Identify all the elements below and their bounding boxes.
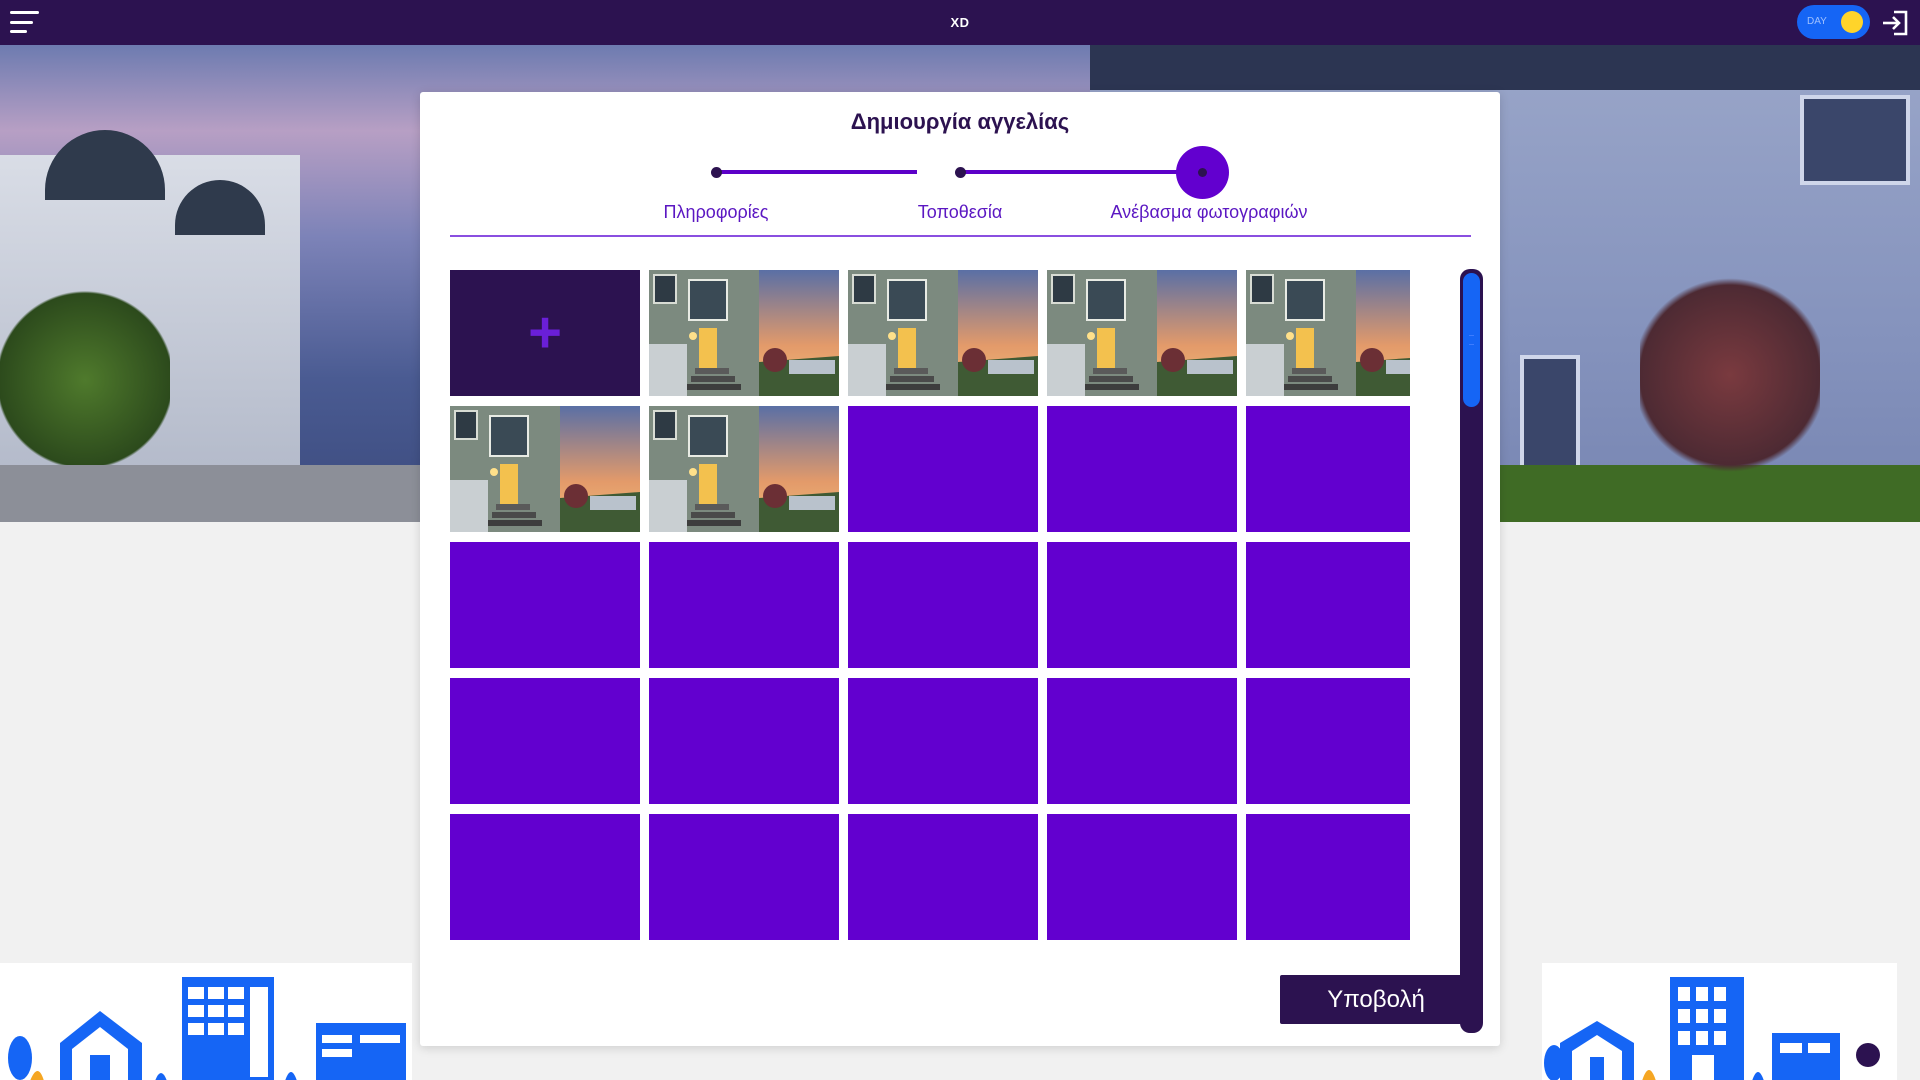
login-icon[interactable]: [1880, 8, 1910, 38]
step-dot-photos-active[interactable]: [1176, 146, 1229, 199]
step-label-photos[interactable]: Ανέβασμα φωτογραφιών: [1110, 202, 1307, 223]
uploaded-photo-tile[interactable]: [1047, 270, 1237, 396]
menu-line: [10, 20, 33, 24]
background-window: [1800, 95, 1910, 185]
toggle-label: DAY: [1807, 16, 1827, 27]
empty-photo-slot[interactable]: [450, 814, 640, 940]
uploaded-photo-tile[interactable]: [649, 406, 839, 532]
uploaded-photo-tile[interactable]: [848, 270, 1038, 396]
city-illustration-right: [1542, 963, 1897, 1080]
empty-photo-slot[interactable]: [649, 542, 839, 668]
empty-photo-slot[interactable]: [450, 542, 640, 668]
empty-photo-slot[interactable]: [1047, 542, 1237, 668]
top-navigation-bar: XD DAY: [0, 0, 1920, 45]
step-dot-location[interactable]: [955, 167, 966, 178]
scrollbar-grip: [1469, 335, 1474, 345]
background-tree: [1640, 270, 1820, 480]
house-photo: [1246, 270, 1410, 396]
empty-photo-slot[interactable]: [1047, 406, 1237, 532]
gallery-scrollbar[interactable]: [1460, 269, 1483, 1033]
plus-icon: +: [528, 300, 562, 365]
step-label-location[interactable]: Τοποθεσία: [918, 202, 1003, 223]
empty-photo-slot[interactable]: [450, 678, 640, 804]
scrollbar-thumb[interactable]: [1463, 273, 1480, 407]
empty-photo-slot[interactable]: [848, 678, 1038, 804]
uploaded-photo-tile[interactable]: [450, 406, 640, 532]
empty-photo-slot[interactable]: [649, 814, 839, 940]
city-illustration-left: [0, 963, 412, 1080]
create-listing-dialog: Δημιουργία αγγελίας Πληροφορίες Τοποθεσί…: [420, 92, 1500, 1046]
stepper-divider: [450, 235, 1471, 237]
empty-photo-slot[interactable]: [848, 542, 1038, 668]
background-street: [0, 465, 430, 522]
add-photo-button[interactable]: +: [450, 270, 640, 396]
house-photo: [649, 406, 839, 532]
menu-line: [10, 30, 27, 33]
house-photo: [649, 270, 839, 396]
day-night-toggle[interactable]: DAY: [1797, 5, 1870, 39]
house-photo: [848, 270, 1038, 396]
empty-photo-slot[interactable]: [1047, 678, 1237, 804]
submit-button[interactable]: Υποβολή: [1280, 975, 1472, 1024]
empty-photo-slot[interactable]: [1246, 406, 1410, 532]
empty-photo-slot[interactable]: [1246, 678, 1410, 804]
step-connector: [958, 170, 1180, 174]
empty-photo-slot[interactable]: [1246, 814, 1410, 940]
progress-stepper: Πληροφορίες Τοποθεσία Ανέβασμα φωτογραφι…: [420, 92, 1500, 242]
empty-photo-slot[interactable]: [649, 678, 839, 804]
empty-photo-slot[interactable]: [848, 406, 1038, 532]
step-label-info[interactable]: Πληροφορίες: [664, 202, 769, 223]
step-connector: [717, 170, 917, 174]
houses-illustration: [8, 977, 406, 1080]
background-roof: [1090, 45, 1920, 90]
houses-illustration: [1544, 977, 1880, 1080]
background-dome: [45, 130, 165, 200]
house-photo: [450, 406, 640, 532]
hamburger-menu-icon[interactable]: [10, 8, 40, 36]
uploaded-photo-tile[interactable]: [1246, 270, 1410, 396]
background-tree: [0, 290, 170, 470]
brand-logo-text[interactable]: XD: [950, 15, 969, 30]
house-photo: [1047, 270, 1237, 396]
empty-photo-slot[interactable]: [1246, 542, 1410, 668]
photo-gallery-viewport: +: [450, 270, 1410, 1031]
toggle-knob: [1841, 11, 1863, 33]
background-window: [1520, 355, 1580, 475]
uploaded-photo-tile[interactable]: [649, 270, 839, 396]
empty-photo-slot[interactable]: [1047, 814, 1237, 940]
empty-photo-slot[interactable]: [848, 814, 1038, 940]
photo-gallery-grid: +: [450, 270, 1410, 940]
menu-line: [10, 11, 39, 14]
step-dot-info[interactable]: [711, 167, 722, 178]
